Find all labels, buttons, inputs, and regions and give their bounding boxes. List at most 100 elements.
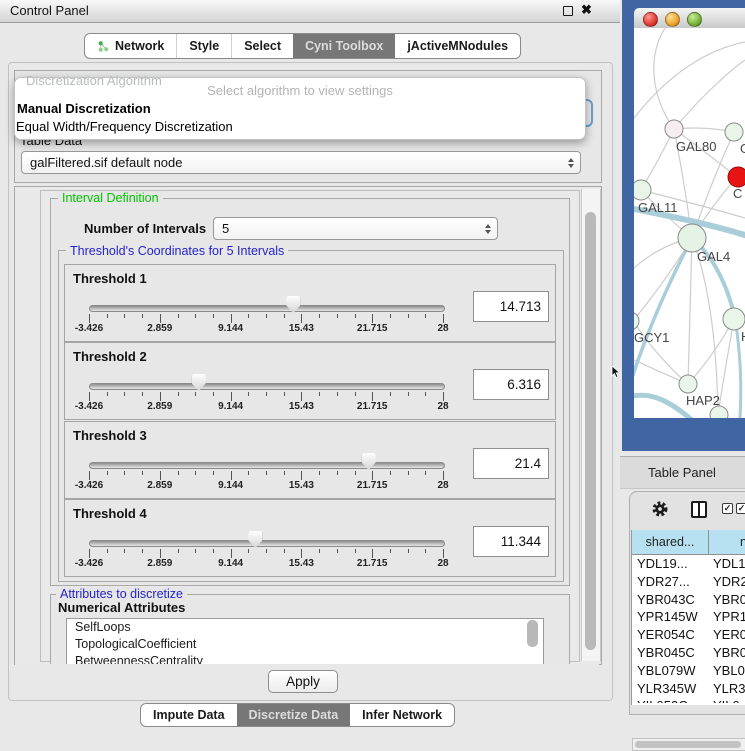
close-traffic-light-icon[interactable] [643,12,658,27]
threshold-panel-1: Threshold 1-3.4262.8599.14415.4321.71528… [64,264,556,342]
number-of-intervals-label: Number of Intervals [84,221,206,236]
number-of-intervals-combo[interactable]: 5 [213,217,498,240]
threshold-value-field[interactable]: 14.713 [473,291,549,322]
interval-definition-title: Interval Definition [58,191,163,205]
scrollbar-thumb[interactable] [585,212,596,650]
cell-shared-name: YDL19... [637,556,688,571]
slider-track[interactable] [89,305,445,312]
table-row[interactable]: YDR27...YDR2 [632,573,745,591]
cell-name: YER0 [713,627,745,642]
tick-label: 15.43 [266,480,336,491]
bottom-tabstrip: Impute Data Discretize Data Infer Network [140,703,455,727]
gear-icon[interactable] [652,501,668,517]
checkbox-icon[interactable]: ✓ [722,503,733,514]
cell-name: YBR0 [713,592,745,607]
tick-label: 2.859 [125,323,195,334]
scrollbar-thumb[interactable] [635,741,741,748]
tab-label: Cyni Toolbox [305,39,383,53]
slider-ticks [89,471,445,480]
list-item[interactable]: SelfLoops [67,619,543,636]
table-row[interactable]: YER054CYER0 [632,626,745,644]
tab-label: Select [244,39,281,53]
tick-label: -3.426 [54,558,124,569]
threshold-label: Threshold 2 [73,349,147,364]
tick-label: 2.859 [125,558,195,569]
node-label: GAL11 [638,200,678,215]
tick-label: 9.144 [196,558,266,569]
tick-label: 2.859 [125,480,195,491]
list-item[interactable]: TopologicalCoefficient [67,636,543,653]
slider-track[interactable] [89,540,445,547]
tab-style[interactable]: Style [176,34,231,58]
table-row[interactable]: YDL19...YDL1 [632,555,745,573]
threshold-value-field[interactable]: 11.344 [473,526,549,557]
network-icon [97,40,110,53]
tab-discretize-data[interactable]: Discretize Data [237,704,351,726]
thresholds-group-title: Threshold's Coordinates for 5 Intervals [66,244,288,258]
network-node-gal11[interactable] [634,180,651,200]
table-row[interactable]: YBR043CYBR0 [632,591,745,609]
attributes-list-scrollbar[interactable] [527,620,538,647]
table-row[interactable]: YBR045C YBR0 [632,644,745,662]
tick-label: 15.43 [266,558,336,569]
slider-track[interactable] [89,462,445,469]
column-header-name[interactable]: n [709,530,745,555]
network-canvas[interactable]: GAL80GACGAL11GAL4GCY1HHAP2 [634,28,745,418]
split-columns-icon[interactable] [691,501,707,518]
tab-label: Discretize Data [249,708,339,722]
tab-infer-network[interactable]: Infer Network [350,704,454,726]
tab-network[interactable]: Network [85,34,176,58]
tab-cyni-toolbox[interactable]: Cyni Toolbox [293,34,395,58]
cell-name: YBL0 [713,663,745,678]
zoom-traffic-light-icon[interactable] [687,12,702,27]
node-label: GAL80 [676,139,716,154]
threshold-label: Threshold 4 [73,506,147,521]
checkbox-icon[interactable]: ✓ [736,503,745,514]
algorithm-option-manual[interactable]: Manual Discretization [17,101,151,116]
network-window-titlebar[interactable] [634,8,745,29]
network-node-h[interactable] [723,308,745,330]
column-header-shared-name[interactable]: shared... [632,530,709,555]
table-panel-title: Table Panel [648,457,716,488]
table-data-combo[interactable]: galFiltered.sif default node [21,151,581,174]
table-row[interactable]: YBL079W YBL0 [632,662,745,680]
network-node-gal4[interactable] [678,224,706,252]
node-label: HAP2 [686,393,720,408]
table-row[interactable]: YIL052CYIL0 [632,697,745,703]
cell-shared-name: YBL079W [637,663,696,678]
close-icon[interactable]: ✖ [581,2,592,18]
cell-name: YBR0 [713,645,745,660]
tick-label: -3.426 [54,401,124,412]
network-node-ga[interactable] [725,123,743,141]
tick-label: 15.43 [266,323,336,334]
algorithm-option-equal-width[interactable]: Equal Width/Frequency Discretization [16,119,233,134]
tab-impute-data[interactable]: Impute Data [141,704,237,726]
slider-track[interactable] [89,383,445,390]
attributes-group-title: Attributes to discretize [56,587,187,601]
settings-vertical-scrollbar[interactable] [581,189,601,661]
table-row[interactable]: YPR145WYPR1 [632,608,745,626]
table-data-combo-value: galFiltered.sif default node [30,152,182,173]
cell-shared-name: YBR045C [637,645,695,660]
cell-shared-name: YIL052C [637,698,688,703]
tab-jactivemnodules[interactable]: jActiveMNodules [395,34,520,58]
threshold-value-field[interactable]: 21.4 [473,448,549,479]
minimize-traffic-light-icon[interactable] [665,12,680,27]
tick-label: -3.426 [54,480,124,491]
network-node-gal80[interactable] [665,120,683,138]
node-label: GA [740,141,745,156]
float-window-icon[interactable] [563,6,573,16]
threshold-panel-3: Threshold 3-3.4262.8599.14415.4321.71528… [64,421,556,499]
network-node-hap2[interactable] [679,375,697,393]
node-label: GCY1 [634,330,669,345]
node-table[interactable]: YDL19...YDL1YDR27...YDR2YBR043CYBR0YPR14… [632,555,745,703]
table-row[interactable]: YLR345WYLR3 [632,680,745,698]
window-titlebar: Control Panel ✖ [0,0,620,23]
numerical-attributes-list[interactable]: SelfLoopsTopologicalCoefficientBetweenne… [66,618,544,665]
cell-name: YDR2 [713,574,745,589]
tab-select[interactable]: Select [231,34,293,58]
network-node-c[interactable] [728,167,745,187]
apply-button[interactable]: Apply [268,670,338,693]
tab-label: jActiveMNodules [407,39,508,53]
threshold-value-field[interactable]: 6.316 [473,369,549,400]
